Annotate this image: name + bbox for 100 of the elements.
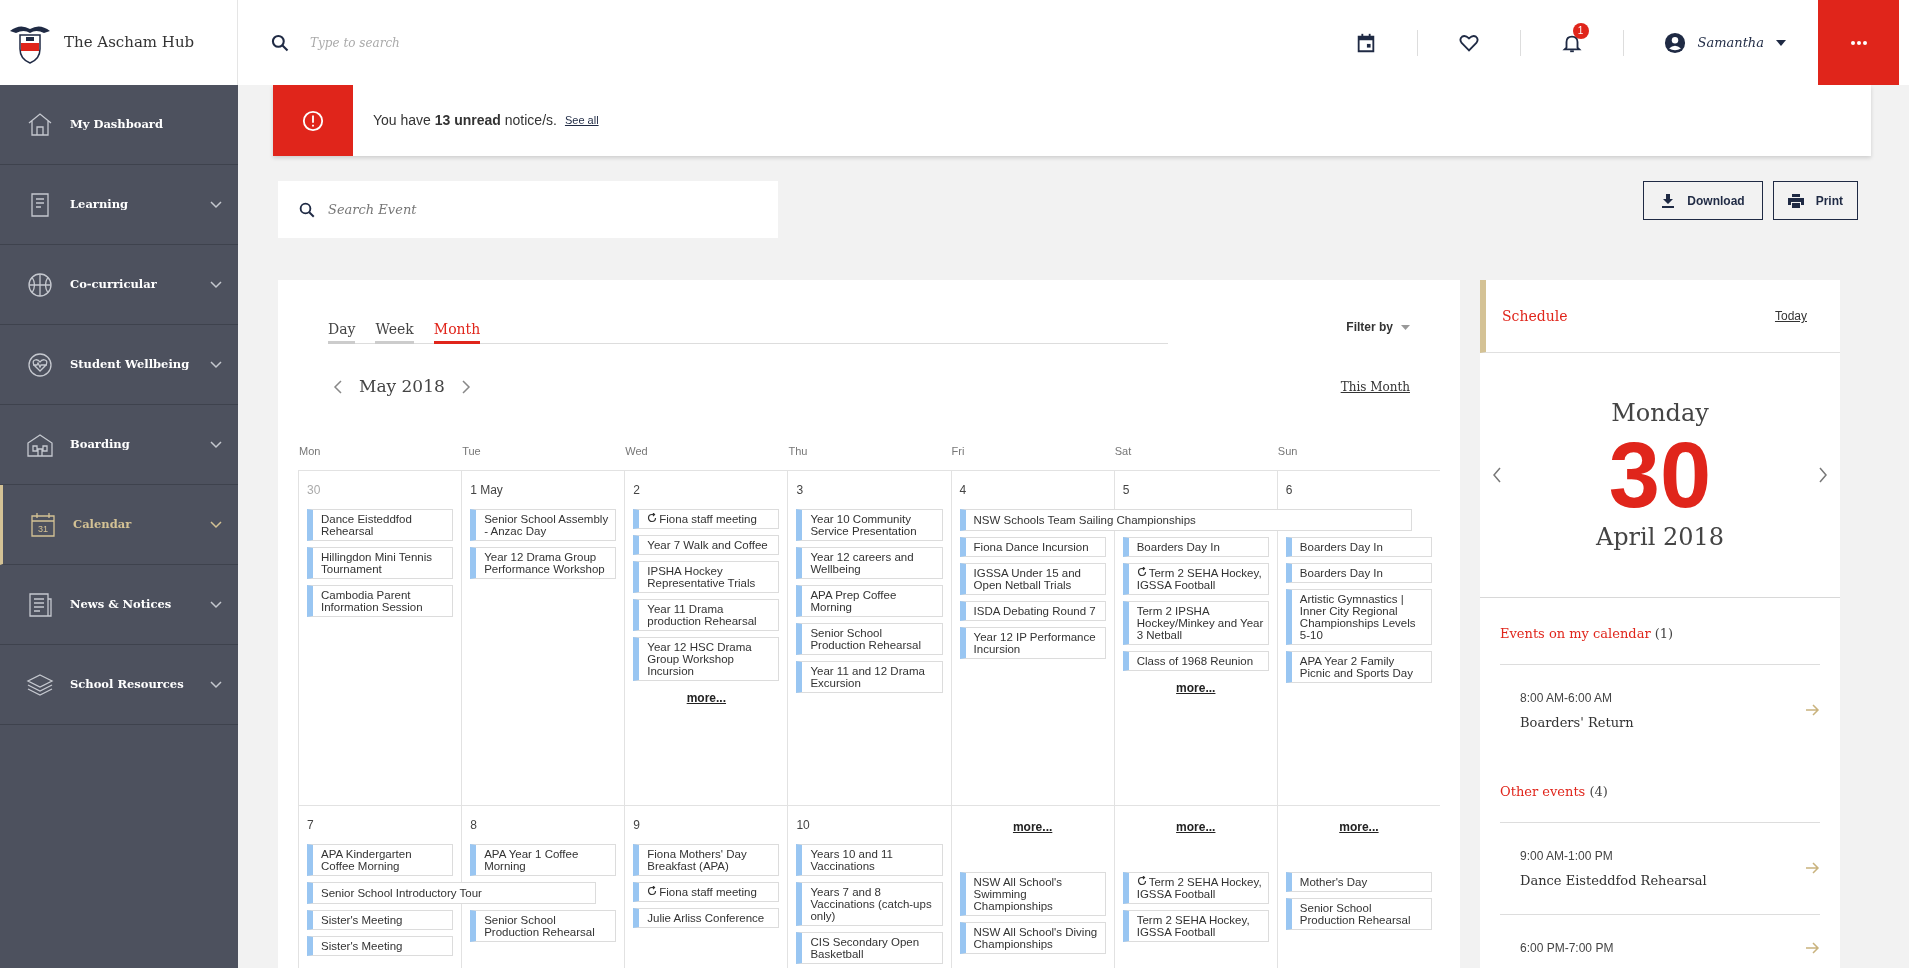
event-item[interactable]: Hillingdon Mini Tennis Tournament <box>307 546 454 579</box>
event-item[interactable]: NSW All School's Diving Championships <box>959 921 1106 954</box>
schedule-event[interactable]: 6:00 PM-7:00 PM <box>1500 915 1820 968</box>
event-item[interactable]: Cambodia Parent Information Session <box>307 584 454 617</box>
schedule-day-number: 30 <box>1608 431 1712 519</box>
day-number: 3 <box>796 481 805 499</box>
search-field[interactable]: Type to search <box>310 33 610 52</box>
event-item[interactable]: Years 10 and 11 Vaccinations <box>796 843 943 876</box>
day-number: 6 <box>1285 481 1294 499</box>
alert-icon <box>302 109 324 132</box>
next-day-icon[interactable] <box>1818 467 1828 483</box>
event-item[interactable]: Term 2 SEHA Hockey, IGSSA Football <box>1122 909 1269 942</box>
event-item[interactable]: APA Year 2 Family Picnic and Sports Day <box>1285 650 1432 683</box>
sidebar-item[interactable]: 31 Calendar <box>0 485 238 565</box>
event-item[interactable]: Mother's Day <box>1285 871 1432 892</box>
see-all-link[interactable]: See all <box>564 112 599 129</box>
event-item[interactable]: Year 7 Walk and Coffee <box>633 534 780 555</box>
event-item[interactable]: Term 2 SEHA Hockey, IGSSA Football <box>1122 562 1269 595</box>
more-link[interactable]: more... <box>686 688 727 707</box>
event-item[interactable]: Boarders Day In <box>1122 536 1269 557</box>
previous-day-icon[interactable] <box>1492 467 1502 483</box>
event-item[interactable]: Fiona staff meeting <box>633 508 780 529</box>
weekday-label: Sat <box>1113 444 1132 457</box>
day-number: 8 <box>470 816 478 834</box>
event-item[interactable]: Class of 1968 Reunion <box>1122 650 1269 671</box>
event-item[interactable]: Senior School Production Rehearsal <box>470 909 617 942</box>
download-icon <box>1661 193 1676 208</box>
repeat-icon <box>647 513 658 524</box>
next-month-icon[interactable] <box>460 379 471 394</box>
event-item[interactable]: Year 12 Drama Group Performance Workshop <box>470 546 617 579</box>
event-item[interactable]: Fiona staff meeting <box>633 881 780 902</box>
view-tab[interactable]: Day <box>328 319 356 344</box>
search-icon <box>298 200 316 219</box>
chevron-down-icon <box>210 280 222 289</box>
heart-pulse-icon <box>26 350 54 379</box>
event-item[interactable]: APA Prep Coffee Morning <box>796 584 943 617</box>
app-title: The Ascham Hub <box>64 32 195 54</box>
filter-dropdown[interactable]: Filter by <box>1346 318 1410 336</box>
view-tab[interactable]: Week <box>375 319 414 344</box>
event-item[interactable]: Senior School Production Rehearsal <box>1285 897 1432 930</box>
event-item[interactable]: Boarders Day In <box>1285 536 1432 557</box>
search-icon <box>270 32 290 53</box>
multi-day-event[interactable]: NSW Schools Team Sailing Championships <box>959 508 1412 531</box>
section-heading: Other events (4) <box>1500 756 1820 823</box>
more-link[interactable]: more... <box>1012 817 1053 836</box>
repeat-icon <box>647 886 658 897</box>
view-tab[interactable]: Month <box>433 319 481 344</box>
repeat-icon <box>1136 567 1147 578</box>
multi-day-event[interactable]: Senior School Introductory Tour <box>307 881 597 904</box>
event-item[interactable]: Year 12 careers and Wellbeing <box>796 546 943 579</box>
more-link[interactable]: more... <box>1176 817 1216 836</box>
event-item[interactable]: Artistic Gymnastics | Inner City Regional Championships Levels 5-10 <box>1285 588 1432 645</box>
event-item[interactable]: Senior School Production Rehearsal <box>796 622 943 655</box>
event-item[interactable]: Fiona Mothers' Day Breakfast (APA) <box>633 843 780 876</box>
event-item[interactable]: APA Kindergarten Coffee Morning <box>307 843 454 876</box>
day-number: 2 <box>633 481 641 499</box>
event-item[interactable]: Year 11 Drama production Rehearsal <box>633 598 780 631</box>
arrow-right-icon <box>1806 942 1820 954</box>
basketball-icon <box>26 270 54 299</box>
notification-badge: 1 <box>1572 22 1589 39</box>
event-item[interactable]: CIS Secondary Open Basketball <box>796 931 943 964</box>
day-number: 10 <box>796 816 811 834</box>
schedule-month-year: April 2018 <box>1595 522 1725 553</box>
user-menu[interactable]: Samantha <box>1663 31 1786 54</box>
section-heading: Events on my calendar (1) <box>1500 598 1820 665</box>
repeat-icon <box>1136 876 1147 887</box>
weekday-label: Wed <box>624 444 648 457</box>
schedule-event[interactable]: 9:00 AM-1:00 PM Dance Eisteddfod Rehearsal <box>1500 822 1820 915</box>
event-item[interactable]: Sister's Meeting <box>307 909 454 930</box>
event-item[interactable]: Years 7 and 8 Vaccinations (catch-ups only) <box>796 881 943 926</box>
event-item[interactable]: Boarders Day In <box>1285 562 1432 583</box>
this-month-link[interactable]: This Month <box>1340 377 1410 396</box>
event-item[interactable]: Year 11 and 12 Drama Excursion <box>796 660 943 693</box>
download-button[interactable]: Download <box>1643 181 1763 220</box>
print-button[interactable]: Print <box>1772 181 1858 220</box>
event-item[interactable]: Fiona Dance Incursion <box>959 536 1106 557</box>
event-item[interactable]: NSW All School's Swimming Championships <box>959 871 1106 916</box>
event-item[interactable]: Term 2 IPSHA Hockey/Minkey and Year 3 Netball <box>1122 600 1269 645</box>
event-item[interactable]: Julie Arliss Conference <box>633 907 780 928</box>
notice-message: You have 13 unread notice/s. <box>373 111 557 130</box>
event-item[interactable]: Sister's Meeting <box>307 935 454 956</box>
event-item[interactable]: IPSHA Hockey Representative Trials <box>633 560 780 593</box>
day-number: 9 <box>633 816 641 834</box>
previous-month-icon[interactable] <box>333 379 343 394</box>
event-item[interactable]: Senior School Assembly - Anzac Day <box>470 508 617 541</box>
event-item[interactable]: Term 2 SEHA Hockey, IGSSA Football <box>1122 871 1269 904</box>
schedule-event[interactable]: 8:00 AM-6:00 AM Boarders' Return <box>1500 664 1820 756</box>
more-link[interactable]: more... <box>1339 817 1379 836</box>
weekday-label: Tue <box>461 444 481 457</box>
event-item[interactable]: Year 12 HSC Drama Group Workshop Incursion <box>633 636 780 681</box>
day-number: 1 May <box>470 481 504 499</box>
event-item[interactable]: Year 12 IP Performance Incursion <box>959 626 1106 659</box>
today-link[interactable]: Today <box>1774 307 1807 325</box>
event-item[interactable]: APA Year 1 Coffee Morning <box>470 843 617 876</box>
event-item[interactable]: Year 10 Community Service Presentation <box>796 508 943 541</box>
event-item[interactable]: Dance Eisteddfod Rehearsal <box>307 508 454 541</box>
weekday-label: Thu <box>787 444 808 457</box>
event-item[interactable]: ISDA Debating Round 7 <box>959 600 1106 621</box>
more-link[interactable]: more... <box>1176 678 1216 697</box>
event-item[interactable]: IGSSA Under 15 and Open Netball Trials <box>959 562 1106 595</box>
